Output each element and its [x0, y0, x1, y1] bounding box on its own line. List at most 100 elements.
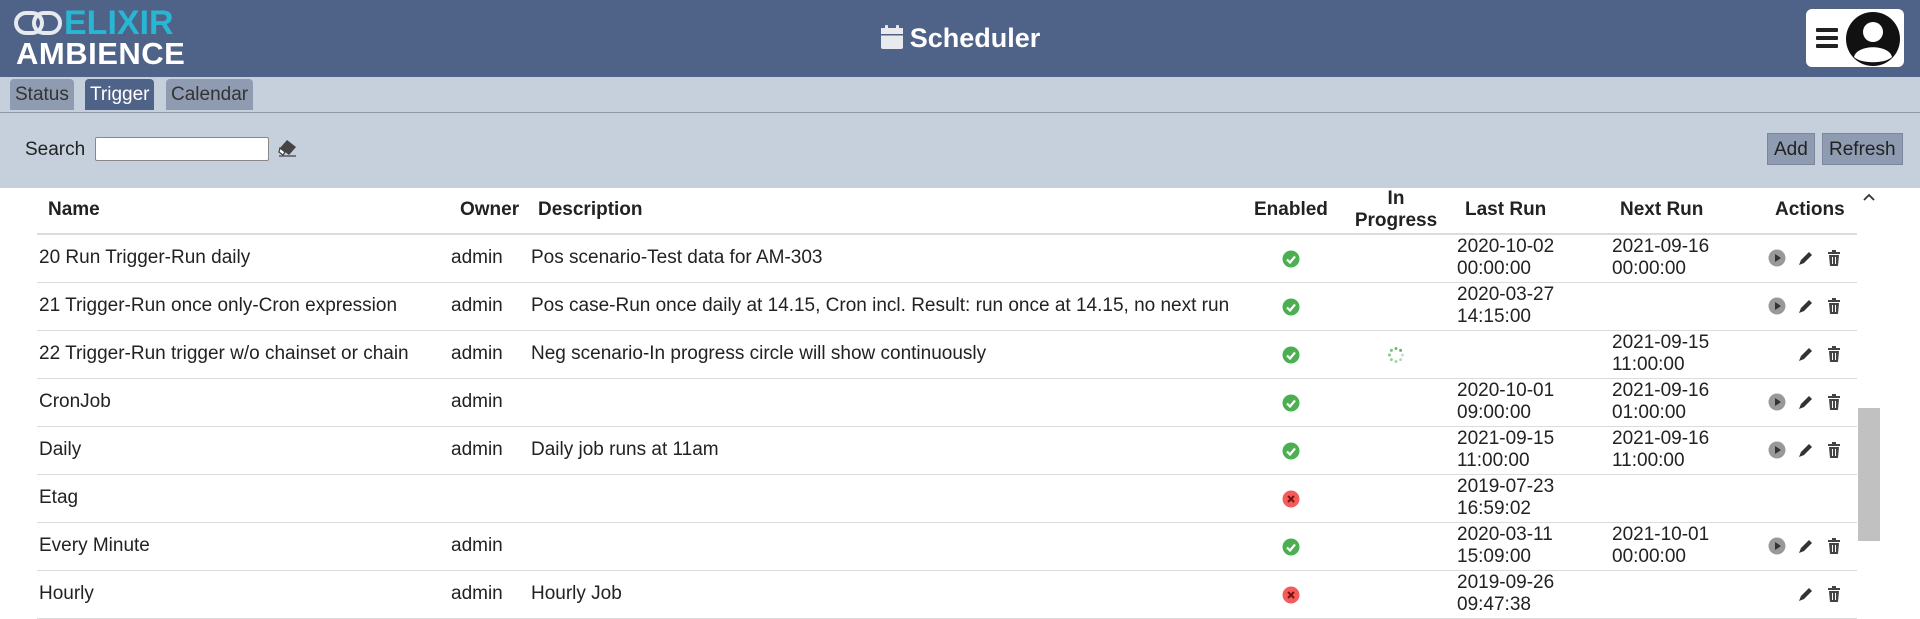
- column-header-next-run[interactable]: Next Run: [1620, 199, 1703, 221]
- column-header-in-progress-line1: In: [1387, 188, 1405, 209]
- last-run-date: 2020-10-01: [1457, 380, 1555, 401]
- trash-icon[interactable]: [1825, 297, 1843, 315]
- cell-owner: admin: [451, 583, 503, 604]
- trash-icon[interactable]: [1825, 393, 1843, 411]
- column-header-owner[interactable]: Owner: [460, 199, 519, 221]
- cell-name: Etag: [39, 487, 79, 508]
- column-header-in-progress[interactable]: In Progress: [1354, 188, 1438, 232]
- table-row[interactable]: Hourly admin Hourly Job 2019-09-26 09:47:38: [37, 571, 1857, 619]
- trash-icon[interactable]: [1825, 537, 1843, 555]
- check-circle-icon: [1282, 394, 1300, 412]
- tab-calendar[interactable]: Calendar: [166, 79, 254, 110]
- cell-name: 20 Run Trigger-Run daily: [39, 247, 251, 268]
- cell-owner: admin: [451, 247, 503, 268]
- table-row[interactable]: 22 Trigger-Run trigger w/o chainset or c…: [37, 331, 1857, 379]
- table-row[interactable]: Etag 2019-07-23 16:59:02: [37, 475, 1857, 523]
- cell-last-run: 2019-09-26 09:47:38: [1457, 572, 1554, 616]
- last-run-time: 09:00:00: [1457, 402, 1531, 423]
- play-circle-icon[interactable]: [1768, 297, 1786, 315]
- cell-last-run: 2020-03-27 14:15:00: [1457, 284, 1554, 328]
- next-run-time: 11:00:00: [1612, 354, 1685, 375]
- toolbar: Search Add Refresh: [0, 113, 1920, 188]
- next-run-date: 2021-09-16: [1612, 428, 1710, 449]
- cell-name: Every Minute: [39, 535, 150, 556]
- cell-last-run: 2021-09-15 11:00:00: [1457, 428, 1554, 472]
- cell-description: Daily job runs at 11am: [531, 439, 719, 460]
- column-header-last-run[interactable]: Last Run: [1465, 199, 1546, 221]
- play-circle-icon[interactable]: [1768, 393, 1786, 411]
- play-circle-icon[interactable]: [1768, 537, 1786, 555]
- column-header-actions: Actions: [1775, 199, 1845, 220]
- pencil-icon[interactable]: [1797, 297, 1815, 315]
- cell-owner: admin: [451, 295, 503, 316]
- next-run-time: 11:00:00: [1612, 450, 1685, 471]
- play-circle-icon[interactable]: [1768, 249, 1786, 267]
- cell-next-run: 2021-09-16 01:00:00: [1612, 380, 1709, 424]
- table-row[interactable]: CronJob admin 2020-10-01 09:00:00 2021-09-16…: [37, 379, 1857, 427]
- x-circle-icon: [1282, 586, 1300, 604]
- last-run-date: 2019-09-26: [1457, 572, 1555, 593]
- column-header-enabled[interactable]: Enabled: [1254, 199, 1328, 221]
- scrollbar-thumb[interactable]: [1858, 408, 1880, 541]
- scrollbar[interactable]: [1857, 188, 1881, 613]
- table-row[interactable]: Every Minute admin 2020-03-11 15:09:00 2021-…: [37, 523, 1857, 571]
- calendar-icon: [880, 24, 903, 49]
- page-title: Scheduler: [0, 18, 1920, 58]
- next-run-date: 2021-09-16: [1612, 236, 1710, 257]
- trash-icon[interactable]: [1825, 345, 1843, 363]
- cell-owner: admin: [451, 439, 503, 460]
- search-label: Search: [25, 139, 86, 160]
- check-circle-icon: [1282, 298, 1300, 316]
- search-input[interactable]: [95, 137, 269, 161]
- column-header-name[interactable]: Name: [48, 199, 100, 221]
- app-header: ELIXIR AMBIENCE Scheduler: [0, 0, 1920, 77]
- cell-next-run: 2021-09-16 00:00:00: [1612, 236, 1709, 280]
- pencil-icon[interactable]: [1797, 249, 1815, 267]
- eraser-icon[interactable]: [278, 139, 298, 157]
- pencil-icon[interactable]: [1797, 345, 1815, 363]
- hamburger-menu-icon[interactable]: [1816, 28, 1838, 48]
- cell-name: 21 Trigger-Run once only-Cron expression: [39, 295, 398, 316]
- trash-icon[interactable]: [1825, 249, 1843, 267]
- cell-next-run: 2021-09-16 11:00:00: [1612, 428, 1709, 472]
- cell-description: Neg scenario-In progress circle will sho…: [531, 343, 987, 364]
- play-circle-icon[interactable]: [1768, 441, 1786, 459]
- tab-status[interactable]: Status: [10, 79, 74, 110]
- cell-description: Pos case-Run once daily at 14.15, Cron i…: [531, 295, 1230, 316]
- last-run-time: 11:00:00: [1457, 450, 1530, 471]
- next-run-date: 2021-10-01: [1612, 524, 1710, 545]
- check-circle-icon: [1282, 250, 1300, 268]
- scroll-up-arrow-icon[interactable]: [1862, 192, 1876, 202]
- tab-trigger[interactable]: Trigger: [85, 79, 155, 110]
- pencil-icon[interactable]: [1797, 441, 1815, 459]
- pencil-icon[interactable]: [1797, 393, 1815, 411]
- last-run-date: 2020-03-27: [1457, 284, 1555, 305]
- table-row[interactable]: 20 Run Trigger-Run daily admin Pos scenari…: [37, 235, 1857, 283]
- x-circle-icon: [1282, 490, 1300, 508]
- pencil-icon[interactable]: [1797, 585, 1815, 603]
- table-row[interactable]: 21 Trigger-Run once only-Cron expression…: [37, 283, 1857, 331]
- tab-bar: Status Trigger Calendar: [0, 77, 1920, 112]
- check-circle-icon: [1282, 442, 1300, 460]
- refresh-button[interactable]: Refresh: [1822, 133, 1903, 165]
- check-circle-icon: [1282, 538, 1300, 556]
- trash-icon[interactable]: [1825, 585, 1843, 603]
- check-circle-icon: [1282, 346, 1300, 364]
- user-menu[interactable]: [1806, 9, 1904, 67]
- add-button[interactable]: Add: [1767, 133, 1815, 165]
- cell-owner: admin: [451, 535, 503, 556]
- next-run-date: 2021-09-16: [1612, 380, 1710, 401]
- pencil-icon[interactable]: [1797, 537, 1815, 555]
- next-run-time: 00:00:00: [1612, 258, 1686, 279]
- trash-icon[interactable]: [1825, 441, 1843, 459]
- cell-last-run: 2020-10-02 00:00:00: [1457, 236, 1554, 280]
- table-row[interactable]: Daily admin Daily job runs at 11am 2021-09-…: [37, 427, 1857, 475]
- cell-owner: admin: [451, 391, 503, 412]
- cell-last-run: 2020-10-01 09:00:00: [1457, 380, 1554, 424]
- avatar[interactable]: [1845, 11, 1901, 67]
- cell-name: Daily: [39, 439, 82, 460]
- column-header-description[interactable]: Description: [538, 199, 643, 221]
- cell-name: CronJob: [39, 391, 111, 412]
- cell-next-run: 2021-09-15 11:00:00: [1612, 332, 1709, 376]
- cell-description: Hourly Job: [531, 583, 622, 604]
